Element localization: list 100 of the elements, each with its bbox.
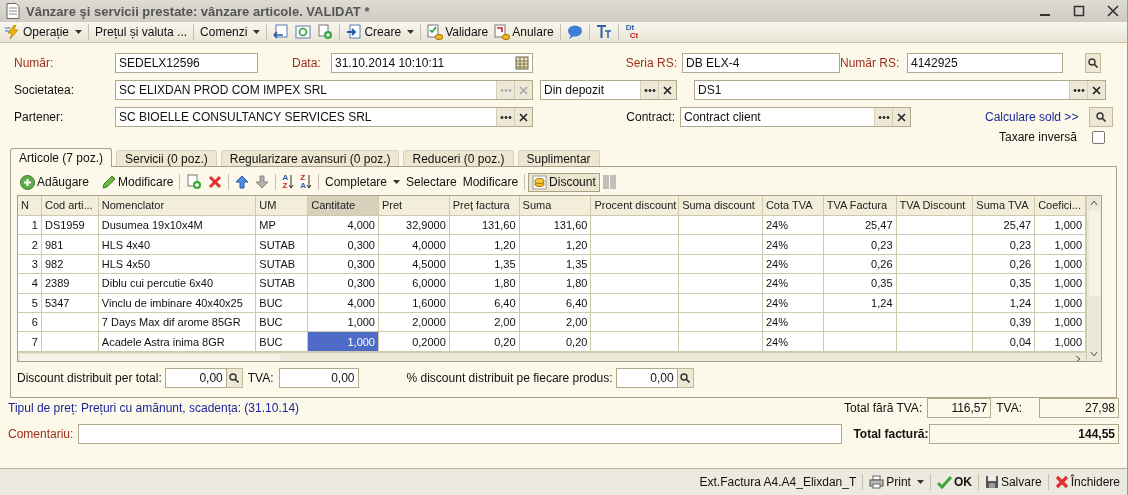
table-cell: 0,300	[308, 235, 379, 255]
table-cell: 24%	[762, 332, 824, 352]
field-label: Contract:	[625, 110, 676, 124]
add-document-icon[interactable]	[317, 24, 334, 40]
arrow-up-icon[interactable]	[235, 175, 250, 189]
orders-button[interactable]: Comenzi	[197, 22, 264, 42]
table-cell: Diblu cui percutie 6x40	[98, 274, 257, 294]
add-document-icon[interactable]	[186, 174, 203, 190]
clear-icon[interactable]	[1087, 81, 1105, 99]
report-button[interactable]: Ext.Factura A4.A4_Elixdan_T	[696, 472, 860, 492]
column-header[interactable]: TVA Factura	[823, 196, 897, 216]
debit-credit-icon[interactable]: Dt Ct	[621, 24, 643, 40]
partner-field[interactable]: SC BIOELLE CONSULTANCY SERVICES SRL	[115, 107, 533, 127]
validate-button[interactable]: Validare	[424, 22, 492, 42]
close-icon[interactable]	[1107, 5, 1119, 17]
arrow-left-icon[interactable]	[273, 24, 290, 40]
price-type-text: Tipul de preț: Prețuri cu amănunt, scadența: (31.10.14)	[8, 401, 300, 415]
delete-icon[interactable]	[208, 175, 223, 189]
table-cell: 1,80	[449, 274, 520, 294]
column-header[interactable]: Suma discount	[679, 196, 763, 216]
arrow-down-icon[interactable]	[1090, 350, 1098, 358]
print-button[interactable]: Print	[866, 472, 927, 492]
tab[interactable]: Reduceri (0 poz.)	[403, 150, 514, 166]
fill-button[interactable]: Completare	[321, 172, 403, 192]
table-cell: 0,20	[519, 332, 592, 352]
table-cell: 24%	[762, 274, 824, 294]
column-header[interactable]: Suma TVA	[973, 196, 1036, 216]
field-label: Data:	[292, 56, 322, 70]
search-button[interactable]	[1089, 107, 1113, 127]
table-cell: BUC	[256, 293, 309, 313]
modify-button[interactable]: Modificare	[459, 172, 522, 192]
ellipsis-icon[interactable]	[874, 108, 892, 126]
cancel-button[interactable]: Anulare	[491, 22, 557, 42]
warehouse-field[interactable]: Din depozit	[540, 80, 677, 100]
operation-button[interactable]: Operație	[2, 22, 86, 42]
tab[interactable]: Servicii (0 poz.)	[116, 150, 217, 166]
column-header[interactable]: Cota TVA	[762, 196, 824, 216]
column-header[interactable]: Pret	[379, 196, 450, 216]
column-header[interactable]: Cantitate	[308, 196, 379, 216]
column-header[interactable]: TVA Discount	[896, 196, 974, 216]
storage-field[interactable]: DS1	[694, 80, 1106, 100]
arrow-up-icon[interactable]	[1090, 199, 1098, 207]
tab[interactable]: Regularizare avansuri (0 poz.)	[220, 150, 400, 166]
checkbox-label: Taxare inversă	[998, 130, 1077, 144]
table-cell: HLS 4x50	[98, 254, 257, 275]
clear-icon[interactable]	[892, 108, 910, 126]
column-header[interactable]: Preț factura	[449, 196, 520, 216]
total-label: TVA:	[996, 401, 1022, 415]
tab[interactable]: Suplimentar	[517, 150, 600, 166]
date-field[interactable]: 31.10.2014 10:10:11	[331, 53, 533, 73]
vertical-scrollbar[interactable]	[1086, 196, 1101, 361]
checkbox[interactable]	[1092, 130, 1105, 144]
document-coins-icon	[494, 24, 511, 40]
edit-button[interactable]: Modificare	[98, 172, 177, 192]
table-cell: 0,300	[308, 254, 379, 275]
number-field[interactable]: SEDELX12596	[115, 53, 258, 73]
select-button[interactable]: Selectare	[403, 172, 460, 192]
speech-bubble-icon[interactable]	[566, 24, 583, 40]
column-header[interactable]: Procent discount	[591, 196, 680, 216]
table-cell: 1,35	[449, 254, 520, 275]
tab[interactable]: Articole (7 poz.)	[10, 148, 113, 167]
field-label: Seria RS:	[624, 56, 678, 70]
clear-icon[interactable]	[658, 81, 676, 99]
arrow-right-icon[interactable]	[1074, 355, 1083, 361]
create-button[interactable]: Creare	[343, 22, 418, 42]
discount-field[interactable]: 0,00	[164, 368, 227, 388]
close-button[interactable]: Închidere	[1051, 472, 1123, 492]
search-button[interactable]	[1085, 53, 1101, 73]
ellipsis-icon[interactable]	[640, 81, 658, 99]
discount-button[interactable]: Discount	[528, 172, 600, 192]
contract-field[interactable]: Contract client	[680, 107, 911, 127]
discount-field[interactable]: 0,00	[615, 368, 678, 388]
column-header[interactable]: Suma	[519, 196, 592, 216]
table-cell: 24%	[762, 254, 824, 275]
column-header[interactable]: Cod arti...	[41, 196, 99, 216]
column-header[interactable]: Nomenclator	[98, 196, 257, 216]
series-field[interactable]: DB ELX-4	[682, 53, 840, 73]
horizontal-scrollbar[interactable]	[18, 351, 1087, 361]
balance-link[interactable]: Calculare sold >>	[985, 110, 1079, 124]
vat-field[interactable]: 0,00	[278, 368, 359, 388]
number-field[interactable]: 4142925	[907, 53, 1063, 73]
column-header[interactable]: N	[18, 196, 42, 216]
comment-field[interactable]	[78, 424, 843, 444]
search-icon	[1088, 58, 1098, 68]
save-button[interactable]: Salvare	[981, 472, 1045, 492]
table-cell: 25,47	[973, 216, 1036, 236]
refresh-icon[interactable]	[295, 24, 312, 40]
ok-button[interactable]: OK	[933, 472, 975, 492]
total-field: 116,57	[927, 398, 992, 418]
clear-icon[interactable]	[514, 108, 532, 126]
calendar-icon[interactable]	[515, 56, 529, 70]
ellipsis-icon[interactable]	[496, 108, 514, 126]
ellipsis-icon[interactable]	[1069, 81, 1087, 99]
arrow-down-icon[interactable]	[255, 175, 270, 189]
text-format-icon[interactable]	[595, 24, 612, 40]
price-currency-button[interactable]: Prețul și valuta ...	[92, 22, 191, 42]
maximize-icon[interactable]	[1073, 5, 1085, 17]
table-cell: 0,300	[308, 274, 379, 294]
table-cell: Acadele Astra inima 8GR	[98, 332, 257, 352]
add-button[interactable]: Adăugare	[17, 172, 93, 192]
